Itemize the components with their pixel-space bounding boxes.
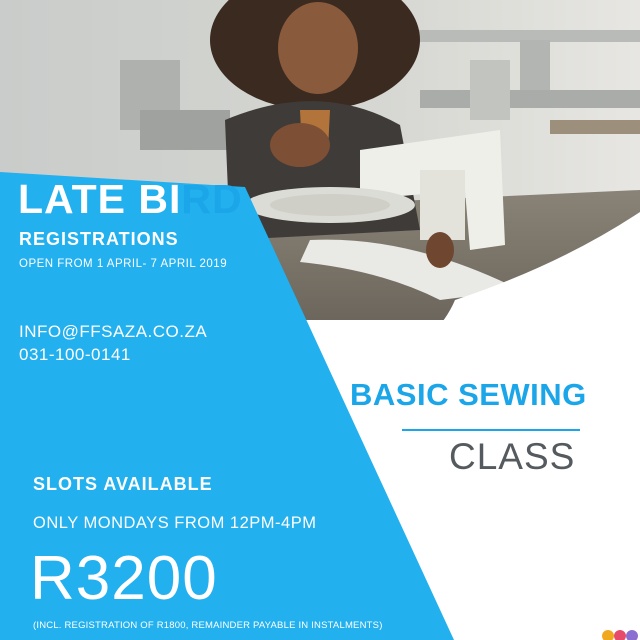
subheadline: REGISTRATIONS [19,229,179,249]
course-title: BASIC SEWING [350,377,587,412]
slots-available: SLOTS AVAILABLE [33,474,213,494]
corner-logo-icon [602,630,638,640]
price-note: (INCL. REGISTRATION OF R1800, REMAINDER … [33,620,383,631]
headline-accent: RD [181,176,243,222]
headline: LATE BIRD [18,176,243,223]
class-schedule: ONLY MONDAYS FROM 12PM-4PM [33,514,317,532]
course-subtitle: CLASS [449,436,576,477]
flyer: LATE BIRD REGISTRATIONS OPEN FROM 1 APRI… [0,0,640,640]
headline-plain: LATE BI [18,176,182,222]
price-amount: R3200 [30,544,218,613]
registration-dates: OPEN FROM 1 APRIL- 7 APRIL 2019 [19,258,228,270]
title-divider [402,429,580,431]
contact-phone: 031-100-0141 [19,345,131,364]
contact-email: INFO@FFSAZA.CO.ZA [19,322,208,341]
